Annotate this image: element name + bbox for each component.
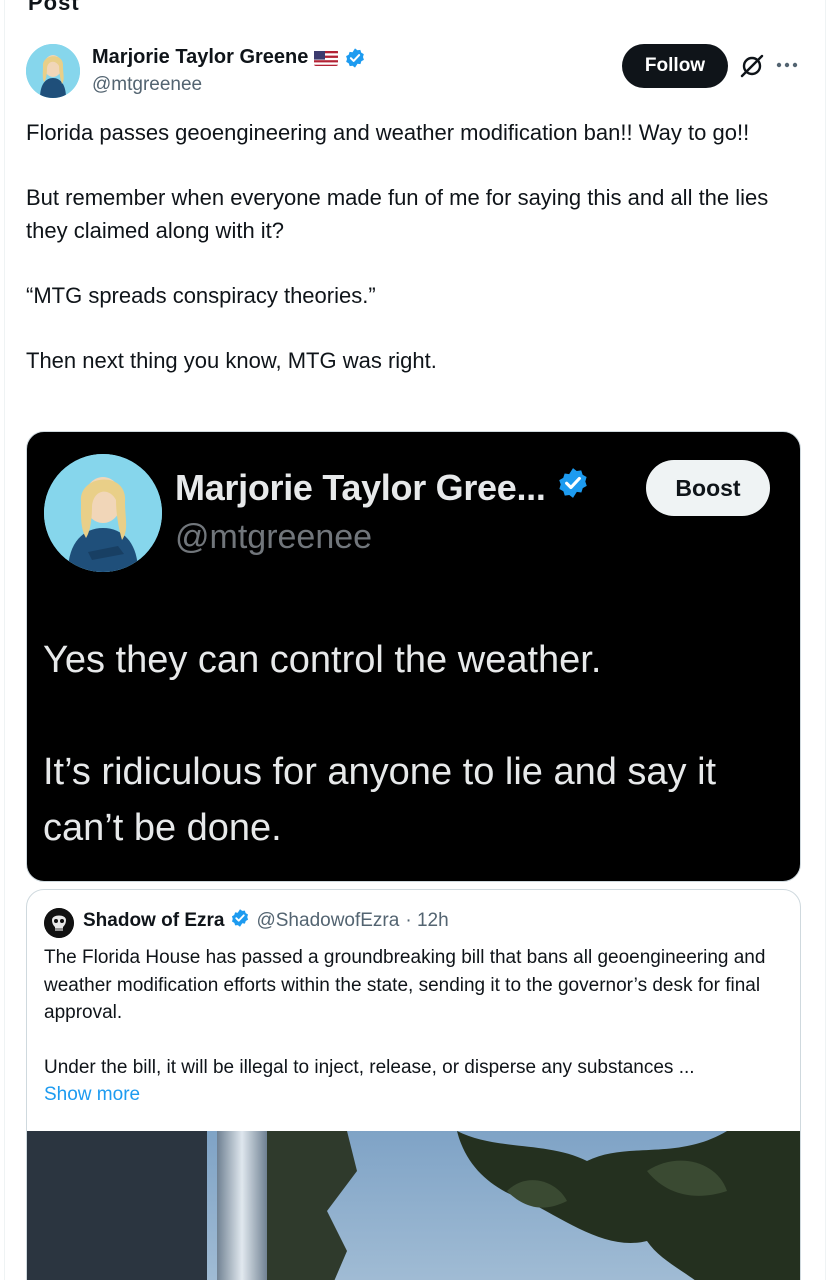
verified-badge-icon: [344, 47, 366, 69]
quote-text: The Florida House has passed a groundbre…: [44, 944, 789, 1109]
quote-author-name[interactable]: Shadow of Ezra: [83, 910, 224, 932]
embedded-text: Yes they can control the weather. It’s r…: [43, 632, 793, 856]
embedded-handle: @mtgreenee: [175, 518, 373, 556]
tweet-text: Florida passes geoengineering and weathe…: [26, 116, 806, 409]
media-photo: [27, 1131, 800, 1280]
author-handle[interactable]: @mtgreenee: [92, 74, 202, 96]
embedded-line-1: Yes they can control the weather.: [43, 639, 602, 681]
quote-header: Shadow of Ezra @ShadowofEzra · 12h: [83, 908, 449, 934]
author-avatar[interactable]: [26, 44, 80, 98]
embedded-avatar: [44, 454, 162, 572]
embedded-name-row: Marjorie Taylor Gree...: [175, 466, 590, 509]
embedded-boost-button: Boost: [646, 460, 770, 516]
embedded-image[interactable]: Marjorie Taylor Gree... @mtgreenee Boost…: [26, 431, 801, 882]
show-more-link[interactable]: Show more: [44, 1081, 789, 1109]
verified-badge-icon: [556, 466, 590, 509]
quote-paragraph: Under the bill, it will be illegal to in…: [44, 1056, 695, 1078]
verified-badge-icon: [230, 908, 250, 934]
quote-author-handle[interactable]: @ShadowofEzra: [256, 910, 399, 932]
tweet-header: Marjorie Taylor Greene @mtgreenee Follow: [26, 42, 806, 102]
author-name-row[interactable]: Marjorie Taylor Greene: [92, 46, 366, 69]
us-flag-icon: [314, 50, 339, 66]
quote-timestamp[interactable]: · 12h: [405, 910, 448, 932]
tweet-paragraph: Then next thing you know, MTG was right.: [26, 348, 437, 373]
follow-button[interactable]: Follow: [622, 44, 728, 88]
quote-tweet[interactable]: Shadow of Ezra @ShadowofEzra · 12h The F…: [26, 889, 801, 1280]
quote-avatar: [44, 908, 74, 938]
tweet-paragraph: But remember when everyone made fun of m…: [26, 185, 769, 243]
grok-icon[interactable]: [738, 52, 766, 80]
quote-paragraph: The Florida House has passed a groundbre…: [44, 947, 766, 1023]
embedded-name: Marjorie Taylor Gree...: [175, 466, 546, 508]
more-icon[interactable]: [774, 52, 800, 78]
quote-media-image[interactable]: [27, 1131, 800, 1280]
tweet-paragraph: “MTG spreads conspiracy theories.”: [26, 283, 376, 308]
tweet-paragraph: Florida passes geoengineering and weathe…: [26, 120, 750, 145]
page-header-fragment: Post: [28, 0, 80, 15]
author-name[interactable]: Marjorie Taylor Greene: [92, 46, 308, 69]
embedded-line-2: It’s ridiculous for anyone to lie and sa…: [43, 751, 717, 849]
